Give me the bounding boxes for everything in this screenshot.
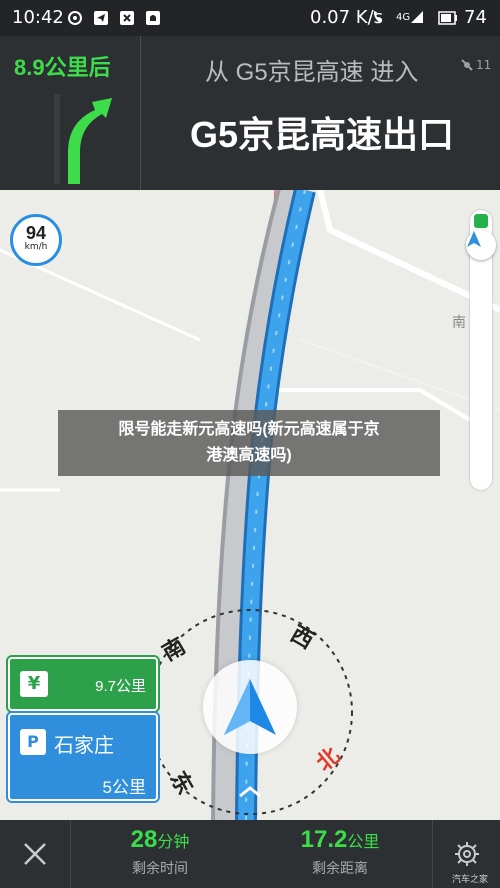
time-number: 28	[130, 826, 158, 853]
caption-line-1: 限号能走新元高速吗(新元高速属于京	[118, 421, 380, 438]
signal-icon: 4G	[396, 8, 424, 26]
time-unit: 分钟	[157, 834, 190, 851]
shield-notification-icon	[118, 9, 136, 27]
speed-unit: km/h	[24, 242, 48, 252]
toll-icon: ¥	[20, 671, 48, 697]
distance-to-turn: 8.9公里后	[14, 55, 111, 80]
car-position-button[interactable]	[203, 660, 297, 754]
caption-overlay: 限号能走新元高速吗(新元高速属于京 港澳高速吗)	[58, 410, 440, 476]
toll-station-sign[interactable]: ¥ 9.7公里	[6, 655, 160, 713]
remaining-distance: 17.2公里 剩余距离	[255, 826, 425, 878]
service-area-name: 石家庄	[54, 735, 114, 757]
guidance-header: 8.9公里后 从 G5京昆高速 进入 11 G5京昆高速出口	[0, 36, 500, 190]
next-road-name: G5京昆高速出口	[190, 114, 455, 155]
battery-icon	[438, 10, 457, 25]
status-bar: 10:42 0.07 K/s 4G 74	[0, 0, 500, 36]
navigation-arrow-icon	[224, 679, 276, 735]
current-speed: 94	[25, 223, 47, 243]
remaining-time-value: 28分钟	[75, 826, 245, 854]
battery-level: 74	[464, 7, 487, 28]
status-time: 10:42	[12, 7, 64, 28]
service-area-sign[interactable]: P 石家庄 5公里	[6, 711, 160, 803]
notification-icons	[66, 9, 162, 27]
watermark: 汽车之家	[452, 874, 489, 884]
exit-navigation-button[interactable]	[0, 820, 71, 888]
distance-unit: 公里	[347, 834, 380, 851]
service-area-distance: 5公里	[102, 778, 146, 797]
remaining-distance-label: 剩余距离	[312, 860, 368, 876]
turn-right-arrow-icon	[40, 84, 130, 188]
close-icon	[24, 843, 46, 865]
gps-indicator: 11	[460, 58, 491, 72]
gear-icon	[455, 842, 479, 866]
toll-distance: 9.7公里	[95, 678, 146, 695]
distance-number: 17.2	[300, 826, 348, 853]
turn-panel: 8.9公里后	[0, 36, 141, 190]
caption-line-2: 港澳高速吗)	[206, 447, 292, 464]
gps-count: 11	[476, 58, 492, 72]
parking-icon: P	[20, 729, 46, 755]
battery: 74	[438, 7, 487, 28]
chevron-up-icon	[239, 786, 261, 798]
status-right-icons: 4G	[370, 8, 424, 26]
settings-notification-icon	[66, 9, 84, 27]
bell-icon	[144, 9, 162, 27]
north-arrow-icon	[467, 231, 481, 247]
remaining-time: 28分钟 剩余时间	[75, 826, 245, 878]
from-road: 从 G5京昆高速 进入	[205, 59, 419, 86]
signal-type: 4G	[396, 11, 411, 23]
remaining-time-label: 剩余时间	[132, 860, 188, 876]
compass-button[interactable]	[466, 230, 496, 260]
phone-icon	[370, 8, 388, 26]
map-place-label: 南	[452, 314, 466, 330]
trip-footer: 28分钟 剩余时间 17.2公里 剩余距离	[0, 820, 500, 888]
telegram-icon	[92, 9, 110, 27]
remaining-distance-value: 17.2公里	[255, 826, 425, 854]
speed-indicator: 94 km/h	[10, 214, 62, 266]
satellite-icon	[461, 59, 473, 71]
zoom-indicator	[474, 214, 488, 228]
